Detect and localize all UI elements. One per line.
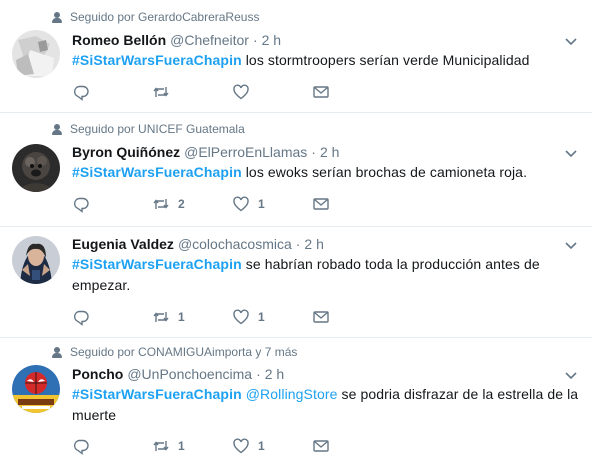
timeline: Seguido por GerardoCabreraReuss Romeo Be… [0, 0, 592, 467]
like-button[interactable]: 1 [232, 437, 312, 455]
separator: · [295, 236, 301, 252]
tweet-header: Eugenia Valdez @colochacosmica · 2 h [72, 236, 324, 252]
like-count: 1 [258, 310, 265, 324]
avatar[interactable] [12, 30, 60, 78]
social-context-label: Seguido por UNICEF Guatemala [70, 122, 245, 136]
tweet-text: #SiStarWarsFueraChapin se habrían robado… [72, 254, 542, 296]
tweet-text: #SiStarWarsFueraChapin los stormtroopers… [72, 50, 580, 71]
heart-icon [233, 84, 249, 100]
reply-button[interactable] [72, 308, 152, 326]
envelope-icon [313, 198, 329, 210]
heart-icon [233, 196, 249, 212]
chevron-down-icon[interactable] [564, 34, 578, 48]
reply-icon [73, 310, 89, 326]
social-context-label: Seguido por GerardoCabreraReuss [70, 10, 260, 24]
direct-message-button[interactable] [312, 308, 392, 326]
retweet-button[interactable]: 1 [152, 308, 232, 326]
retweet-count: 1 [178, 310, 185, 324]
reply-icon [73, 85, 89, 101]
retweet-button[interactable] [152, 83, 232, 101]
tweet-text: #SiStarWarsFueraChapin @RollingStore se … [72, 384, 580, 426]
tweet[interactable]: Seguido por CONAMIGUAimporta y 7 más Pon… [0, 339, 592, 467]
like-count: 1 [258, 197, 265, 211]
envelope-icon [313, 86, 329, 98]
tweet-actions: 1 1 [72, 437, 392, 455]
separator: · [256, 366, 261, 382]
tweet-header: Byron Quiñónez @ElPerroEnLlamas · 2 h [72, 144, 339, 160]
separator: · [311, 144, 316, 160]
timestamp[interactable]: 2 h [320, 144, 339, 160]
separator: · [252, 32, 258, 48]
retweet-icon [153, 441, 169, 451]
timestamp[interactable]: 2 h [262, 32, 281, 48]
heart-icon [233, 309, 249, 325]
user-handle[interactable]: @colochacosmica [178, 236, 292, 252]
retweet-count: 1 [178, 439, 185, 453]
reply-button[interactable] [72, 195, 152, 213]
retweet-count: 2 [178, 197, 185, 211]
hashtag-link[interactable]: #SiStarWarsFueraChapin [72, 386, 242, 402]
reply-icon [73, 439, 89, 455]
tweet[interactable]: Seguido por GerardoCabreraReuss Romeo Be… [0, 0, 592, 113]
tweet-text: #SiStarWarsFueraChapin los ewoks serían … [72, 162, 580, 183]
direct-message-button[interactable] [312, 437, 392, 455]
like-button[interactable]: 1 [232, 308, 312, 326]
like-button[interactable] [232, 83, 312, 101]
retweet-button[interactable]: 2 [152, 195, 232, 213]
retweet-icon [153, 312, 169, 322]
direct-message-button[interactable] [312, 83, 392, 101]
user-handle[interactable]: @UnPonchoencima [127, 366, 252, 382]
person-icon [52, 11, 62, 23]
hashtag-link[interactable]: #SiStarWarsFueraChapin [72, 52, 242, 68]
retweet-icon [153, 199, 169, 209]
hashtag-link[interactable]: #SiStarWarsFueraChapin [72, 164, 242, 180]
user-handle[interactable]: @Chefneitor [170, 32, 249, 48]
timestamp[interactable]: 2 h [265, 366, 284, 382]
direct-message-button[interactable] [312, 195, 392, 213]
social-context[interactable]: Seguido por UNICEF Guatemala [52, 122, 245, 136]
user-handle[interactable]: @ElPerroEnLlamas [184, 144, 307, 160]
avatar[interactable] [12, 236, 60, 284]
tweet-actions [72, 83, 392, 101]
display-name[interactable]: Byron Quiñónez [72, 144, 180, 160]
tweet-header: Poncho @UnPonchoencima · 2 h [72, 366, 284, 382]
social-context[interactable]: Seguido por CONAMIGUAimporta y 7 más [52, 345, 297, 359]
tweet-actions: 1 1 [72, 308, 392, 326]
reply-button[interactable] [72, 437, 152, 455]
tweet-actions: 2 1 [72, 195, 392, 213]
mention-link[interactable]: @RollingStore [246, 386, 338, 402]
timestamp[interactable]: 2 h [304, 236, 323, 252]
chevron-down-icon[interactable] [564, 238, 578, 252]
person-icon [52, 346, 62, 358]
display-name[interactable]: Eugenia Valdez [72, 236, 174, 252]
like-button[interactable]: 1 [232, 195, 312, 213]
tweet[interactable]: Seguido por UNICEF Guatemala Byron Quiñó… [0, 114, 592, 227]
heart-icon [233, 438, 249, 454]
display-name[interactable]: Romeo Bellón [72, 32, 166, 48]
retweet-icon [153, 87, 169, 97]
envelope-icon [313, 311, 329, 323]
tweet-body: los ewoks serían brochas de camioneta ro… [241, 164, 528, 180]
display-name[interactable]: Poncho [72, 366, 123, 382]
retweet-button[interactable]: 1 [152, 437, 232, 455]
person-icon [52, 123, 62, 135]
avatar[interactable] [12, 365, 60, 413]
tweet-body: los stormtroopers serían verde Municipal… [241, 52, 530, 68]
social-context-label: Seguido por CONAMIGUAimporta y 7 más [70, 345, 298, 359]
reply-icon [73, 197, 89, 213]
hashtag-link[interactable]: #SiStarWarsFueraChapin [72, 256, 242, 272]
envelope-icon [313, 440, 329, 452]
social-context[interactable]: Seguido por GerardoCabreraReuss [52, 10, 259, 24]
tweet-header: Romeo Bellón @Chefneitor · 2 h [72, 32, 281, 48]
chevron-down-icon[interactable] [564, 146, 578, 160]
avatar[interactable] [12, 144, 60, 192]
chevron-down-icon[interactable] [564, 368, 578, 382]
tweet[interactable]: Eugenia Valdez @colochacosmica · 2 h #Si… [0, 228, 592, 338]
like-count: 1 [258, 439, 265, 453]
reply-button[interactable] [72, 83, 152, 101]
